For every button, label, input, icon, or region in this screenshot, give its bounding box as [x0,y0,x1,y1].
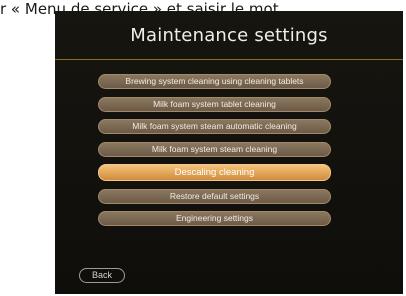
menu-item-milk-foam-tablet-cleaning[interactable]: Milk foam system tablet cleaning [98,96,331,112]
menu-item-restore-default-settings[interactable]: Restore default settings [98,188,331,204]
maintenance-menu: Brewing system cleaning using cleaning t… [98,74,331,234]
menu-item-engineering-settings[interactable]: Engineering settings [98,211,331,226]
page: r « Menu de service » et saisir le mot M… [0,0,406,296]
menu-item-milk-foam-steam-cleaning[interactable]: Milk foam system steam cleaning [98,141,331,157]
menu-item-descaling-cleaning[interactable]: Descaling cleaning [98,164,331,181]
back-button[interactable]: Back [79,268,125,283]
menu-item-milk-foam-steam-automatic-cleaning[interactable]: Milk foam system steam automatic cleanin… [98,119,331,134]
menu-item-brewing-tablet-cleaning[interactable]: Brewing system cleaning using cleaning t… [98,74,331,89]
machine-screen: Maintenance settings Brewing system clea… [55,11,403,294]
screen-title: Maintenance settings [130,25,328,46]
title-divider [55,59,403,60]
